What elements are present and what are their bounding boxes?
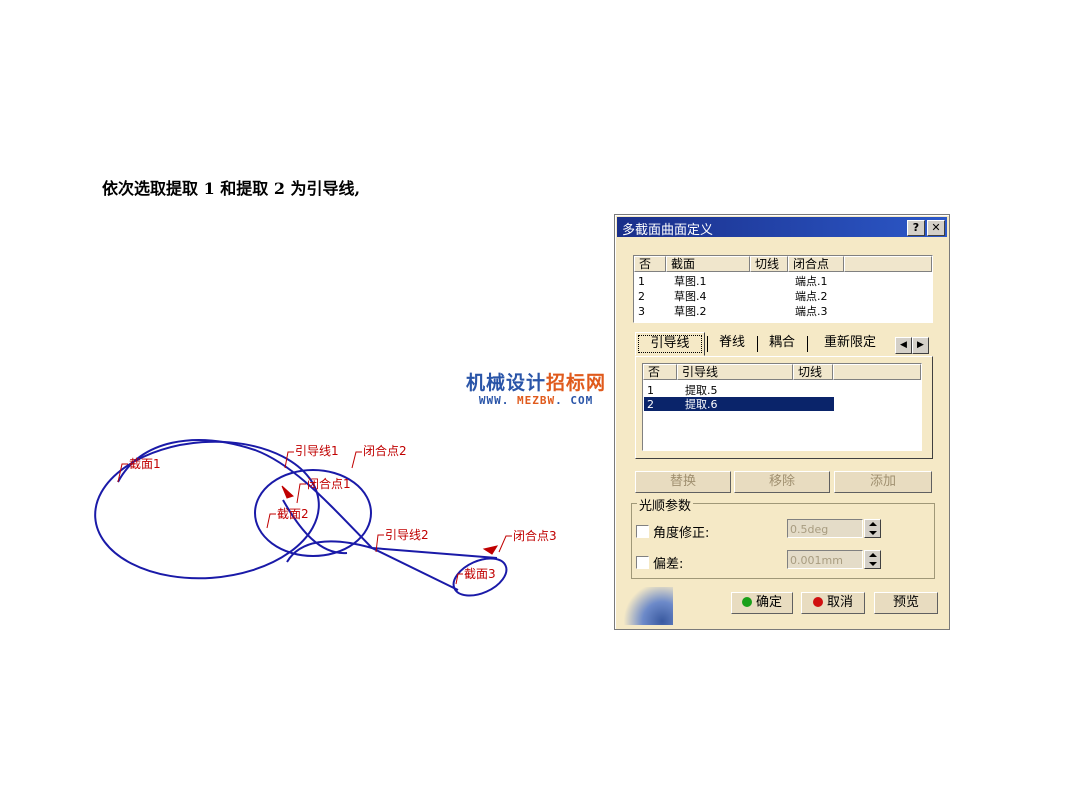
- watermark-url: WWW. MEZBW. COM: [466, 394, 606, 407]
- sections-header-no[interactable]: 否: [634, 256, 666, 272]
- guides-row-1-guide[interactable]: 提取.5: [685, 385, 718, 396]
- label-section1: 截面1: [129, 457, 161, 471]
- closing3-arrow: [482, 545, 499, 555]
- leader-closing1: [296, 483, 306, 504]
- sections-row-1-no[interactable]: 1: [638, 276, 645, 287]
- cancel-button[interactable]: 取消: [801, 592, 865, 614]
- sections-header-tangent[interactable]: 切线: [750, 256, 788, 272]
- watermark-url-c: . COM: [555, 394, 594, 407]
- label-section3: 截面3: [464, 567, 496, 581]
- remove-button[interactable]: 移除: [734, 471, 830, 493]
- tab-scroll-right-button[interactable]: ▶: [912, 337, 929, 354]
- sections-row-1-closing[interactable]: 端点.1: [795, 276, 828, 287]
- tab-coupling[interactable]: 耦合: [761, 332, 803, 354]
- sections-row-3-no[interactable]: 3: [638, 306, 645, 317]
- guides-list[interactable]: 否 引导线 切线 1 提取.5 2 提取.6: [642, 363, 922, 451]
- sections-header-closing[interactable]: 闭合点: [788, 256, 844, 272]
- leader-closing3: [498, 535, 512, 553]
- guides-header-tangent[interactable]: 切线: [793, 364, 833, 380]
- watermark-title-b: 招标网: [546, 372, 607, 394]
- ok-button[interactable]: 确定: [731, 592, 793, 614]
- tab-guides[interactable]: 引导线: [635, 332, 705, 356]
- add-button[interactable]: 添加: [834, 471, 932, 493]
- deviation-checkbox[interactable]: [636, 556, 649, 569]
- tab-spine[interactable]: 脊线: [711, 332, 753, 354]
- sections-list[interactable]: 否 截面 切线 闭合点 1 草图.1 端点.1 2 草图.4 端点.2 3 草图…: [633, 255, 933, 323]
- label-closing1: 闭合点1: [307, 476, 351, 491]
- watermark-title-a: 机械设计: [466, 372, 547, 394]
- close-button[interactable]: ✕: [927, 220, 945, 236]
- label-guide2: 引导线2: [385, 528, 429, 542]
- catia-logo: [619, 587, 673, 625]
- guides-row-2-highlight[interactable]: [644, 397, 834, 411]
- label-guide1: 引导线1: [295, 444, 339, 458]
- tab-relimitation[interactable]: 重新限定: [811, 332, 889, 354]
- smoothing-group-title: 光顺参数: [637, 495, 694, 514]
- deviation-label: 偏差:: [653, 557, 684, 572]
- dialog-title: 多截面曲面定义: [622, 223, 714, 238]
- watermark-url-a: WWW.: [478, 394, 517, 407]
- guides-row-1-no[interactable]: 1: [647, 385, 654, 396]
- label-closing2: 闭合点2: [363, 443, 407, 458]
- leader-closing2: [351, 451, 362, 469]
- sections-row-2-closing[interactable]: 端点.2: [795, 291, 828, 302]
- help-button[interactable]: ?: [907, 220, 925, 236]
- sections-header-empty: [844, 256, 932, 272]
- replace-button[interactable]: 替换: [635, 471, 731, 493]
- guides-header-guide[interactable]: 引导线: [677, 364, 793, 380]
- preview-button[interactable]: 预览: [874, 592, 938, 614]
- sections-row-2-section[interactable]: 草图.4: [674, 291, 707, 302]
- guides-tab-panel: 否 引导线 切线 1 提取.5 2 提取.6: [635, 356, 933, 459]
- leader-section2: [266, 513, 276, 529]
- deviation-input[interactable]: 0.001mm: [787, 550, 863, 569]
- angle-correction-label: 角度修正:: [653, 526, 710, 541]
- ok-label: 确定: [755, 595, 782, 610]
- tab-separator: [707, 336, 708, 352]
- guides-row-2-guide[interactable]: 提取.6: [685, 399, 718, 410]
- tab-separator: [807, 336, 808, 352]
- guides-row-2-no[interactable]: 2: [647, 399, 654, 410]
- deviation-spinner[interactable]: [864, 550, 881, 569]
- label-closing3: 闭合点3: [513, 528, 557, 543]
- watermark-title: 机械设计招标网: [466, 372, 606, 394]
- angle-correction-spinner[interactable]: [864, 519, 881, 538]
- guides-header-empty: [833, 364, 921, 380]
- dialog-title-bar[interactable]: 多截面曲面定义 ? ✕: [617, 217, 947, 238]
- angle-correction-input[interactable]: 0.5deg: [787, 519, 863, 538]
- sections-row-1-section[interactable]: 草图.1: [674, 276, 707, 287]
- tab-separator: [757, 336, 758, 352]
- watermark: 机械设计招标网 WWW. MEZBW. COM: [466, 372, 606, 407]
- multi-section-surface-dialog: 多截面曲面定义 ? ✕ 否 截面 切线 闭合点 1 草图.1 端点.1 2 草图…: [614, 214, 950, 630]
- guides-header-no[interactable]: 否: [643, 364, 677, 380]
- sections-header-section[interactable]: 截面: [666, 256, 750, 272]
- sections-row-2-no[interactable]: 2: [638, 291, 645, 302]
- guide-curve-2: [286, 540, 459, 591]
- label-section2: 截面2: [277, 507, 309, 521]
- cancel-label: 取消: [826, 595, 853, 610]
- tab-scroll-left-button[interactable]: ◀: [895, 337, 912, 354]
- ok-icon: [741, 597, 752, 607]
- sections-row-3-closing[interactable]: 端点.3: [795, 306, 828, 317]
- angle-correction-checkbox[interactable]: [636, 525, 649, 538]
- watermark-url-b: MEZBW: [516, 394, 556, 407]
- cancel-icon: [812, 597, 823, 607]
- sections-row-3-section[interactable]: 草图.2: [674, 306, 707, 317]
- closing1-arrow: [281, 485, 294, 499]
